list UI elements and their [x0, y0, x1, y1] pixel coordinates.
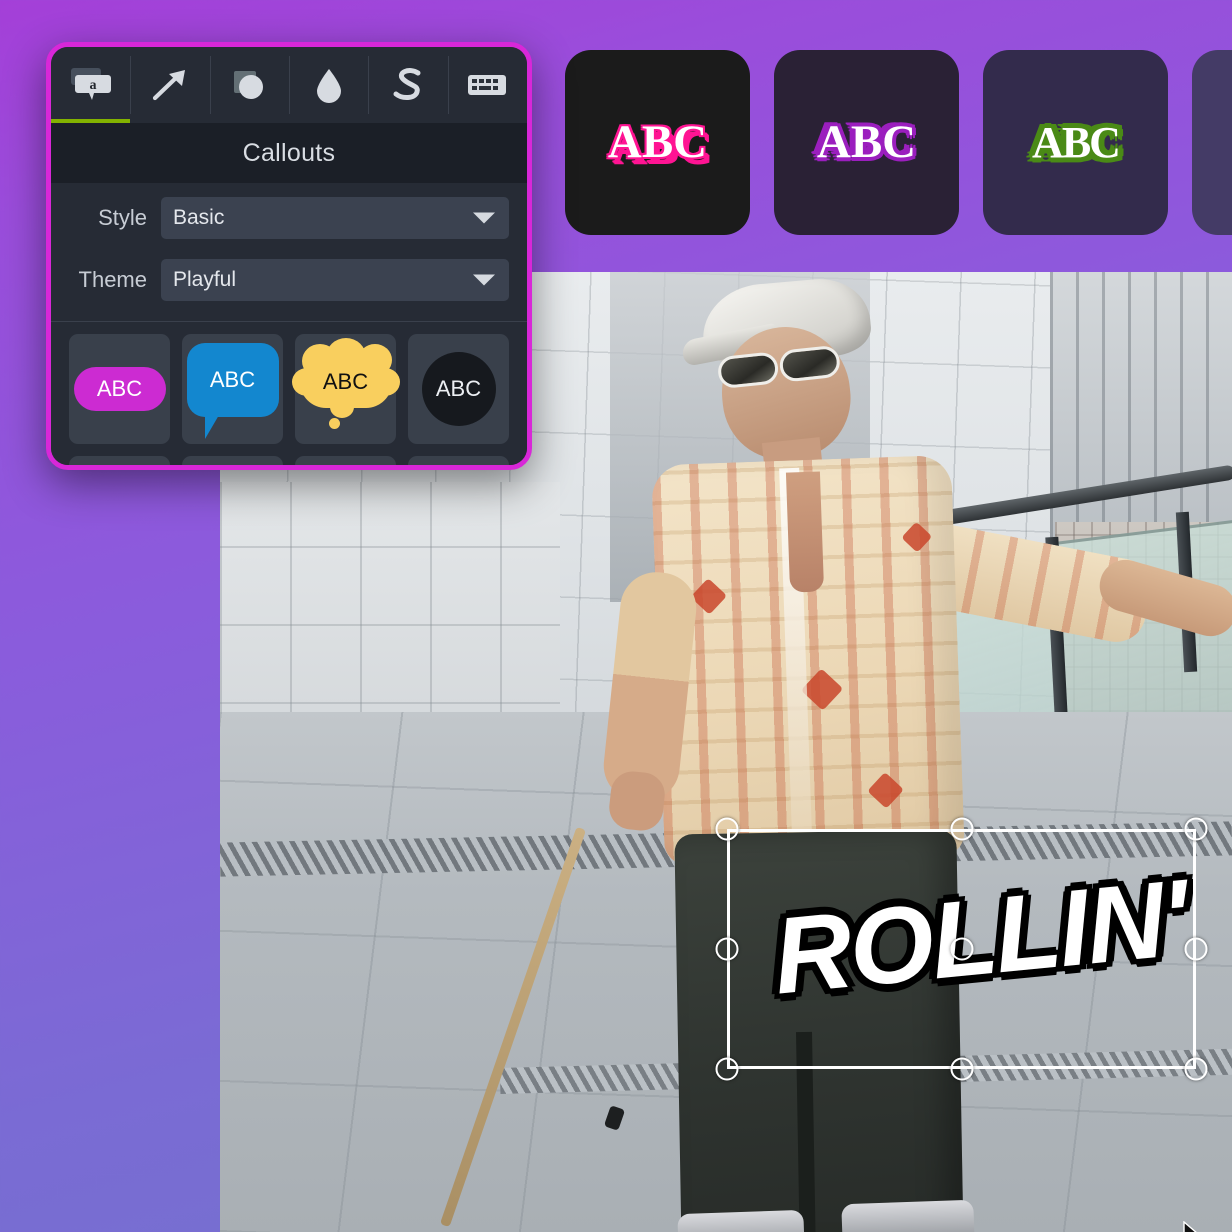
selection-bounding-box[interactable] — [715, 817, 1208, 1232]
thought-cloud-shape: ABC — [291, 338, 400, 429]
theme-field-row: Theme Playful — [69, 259, 509, 301]
text-style-sample-label: ABC — [607, 116, 708, 168]
shirt-motif — [901, 521, 933, 553]
swatch-label: ABC — [96, 376, 143, 401]
droplet-icon — [316, 69, 341, 103]
handle-bottom-center[interactable] — [950, 1057, 973, 1081]
callout-swatch-cloud[interactable]: ABC — [291, 334, 400, 444]
shirt-motif — [867, 771, 904, 809]
chevron-down-icon — [473, 212, 495, 224]
swatch-label: ABC — [435, 376, 482, 401]
cloud-lobe — [329, 396, 354, 418]
keyboard-icon — [468, 75, 507, 95]
swatch-label: ABC — [322, 369, 369, 394]
squiggle-icon — [393, 68, 421, 100]
callout-swatch-grid[interactable]: ABC ABC ABC ABC — [69, 322, 509, 465]
tool-tab-bar[interactable]: a — [51, 47, 527, 123]
tab-keystrokes[interactable] — [447, 47, 527, 123]
handle-bottom-left[interactable] — [715, 1057, 739, 1081]
callout-bubble-icon: a — [70, 68, 111, 100]
style-label: Style — [98, 205, 147, 230]
cloud-tail-dot — [328, 418, 340, 429]
handle-middle-left[interactable] — [715, 937, 739, 961]
handle-middle-right[interactable] — [1184, 937, 1208, 961]
arrow-icon — [152, 70, 185, 101]
tab-arrows[interactable] — [130, 47, 209, 123]
tab-shapes[interactable] — [209, 47, 289, 123]
handle-top-right[interactable] — [1184, 817, 1208, 841]
panel-title: Callouts — [51, 123, 527, 183]
tab-callouts[interactable]: a — [51, 47, 131, 123]
callout-swatch-row2[interactable] — [408, 456, 509, 465]
cane-tip — [603, 1105, 626, 1131]
callout-swatch-speech[interactable]: ABC — [182, 334, 283, 444]
text-style-card-green-outline[interactable]: ABC — [983, 50, 1168, 235]
chevron-down-icon — [473, 274, 495, 286]
tab-blur[interactable] — [288, 47, 368, 123]
cloud-lobe — [291, 368, 322, 396]
theme-dropdown[interactable]: Playful — [161, 259, 509, 301]
svg-text:a: a — [89, 78, 96, 93]
panel-body: Style Basic Theme Playful ABC ABC ABC AB… — [51, 183, 527, 465]
swatch-label: ABC — [209, 367, 256, 392]
text-style-sample-label: ABC — [1032, 117, 1121, 167]
theme-dropdown-value: Playful — [173, 268, 237, 291]
sunglass-lens-left — [716, 351, 780, 390]
handle-bottom-right[interactable] — [1184, 1057, 1208, 1081]
callout-swatch-row2[interactable] — [69, 456, 170, 465]
style-dropdown-value: Basic — [173, 206, 225, 229]
handle-center-move[interactable] — [950, 937, 973, 961]
style-field-row: Style Basic — [69, 197, 509, 239]
tab-sketch[interactable] — [368, 47, 447, 123]
left-shoe — [677, 1209, 805, 1232]
callout-swatch-row2[interactable] — [182, 456, 283, 465]
handle-top-center[interactable] — [950, 817, 973, 841]
circle-shape: ABC — [421, 352, 496, 426]
text-style-strip[interactable]: ABC ABC ABC — [565, 50, 1232, 235]
pill-shape: ABC — [73, 367, 166, 411]
text-style-card-purple-outline[interactable]: ABC — [774, 50, 959, 235]
open-collar-chest — [785, 471, 825, 593]
callout-swatch-circle[interactable]: ABC — [408, 334, 509, 444]
callouts-tool-panel[interactable]: a Callouts Style Basic Theme Playful ABC… — [46, 42, 532, 470]
text-style-card-pink-shadow[interactable]: ABC — [565, 50, 750, 235]
text-style-sample-label: ABC — [816, 116, 917, 168]
theme-label: Theme — [78, 267, 147, 292]
shapes-icon — [234, 71, 264, 99]
right-shoe — [841, 1199, 975, 1232]
speech-bubble-shape: ABC — [186, 343, 279, 439]
style-dropdown[interactable]: Basic — [161, 197, 509, 239]
text-style-card-partial[interactable] — [1192, 50, 1232, 235]
callout-swatch-row2[interactable] — [295, 456, 396, 465]
cloud-lobe — [369, 368, 400, 396]
sunglass-lens-right — [778, 344, 842, 383]
handle-top-left[interactable] — [715, 817, 739, 841]
left-hand — [607, 769, 667, 833]
callout-swatch-pill[interactable]: ABC — [69, 334, 170, 444]
